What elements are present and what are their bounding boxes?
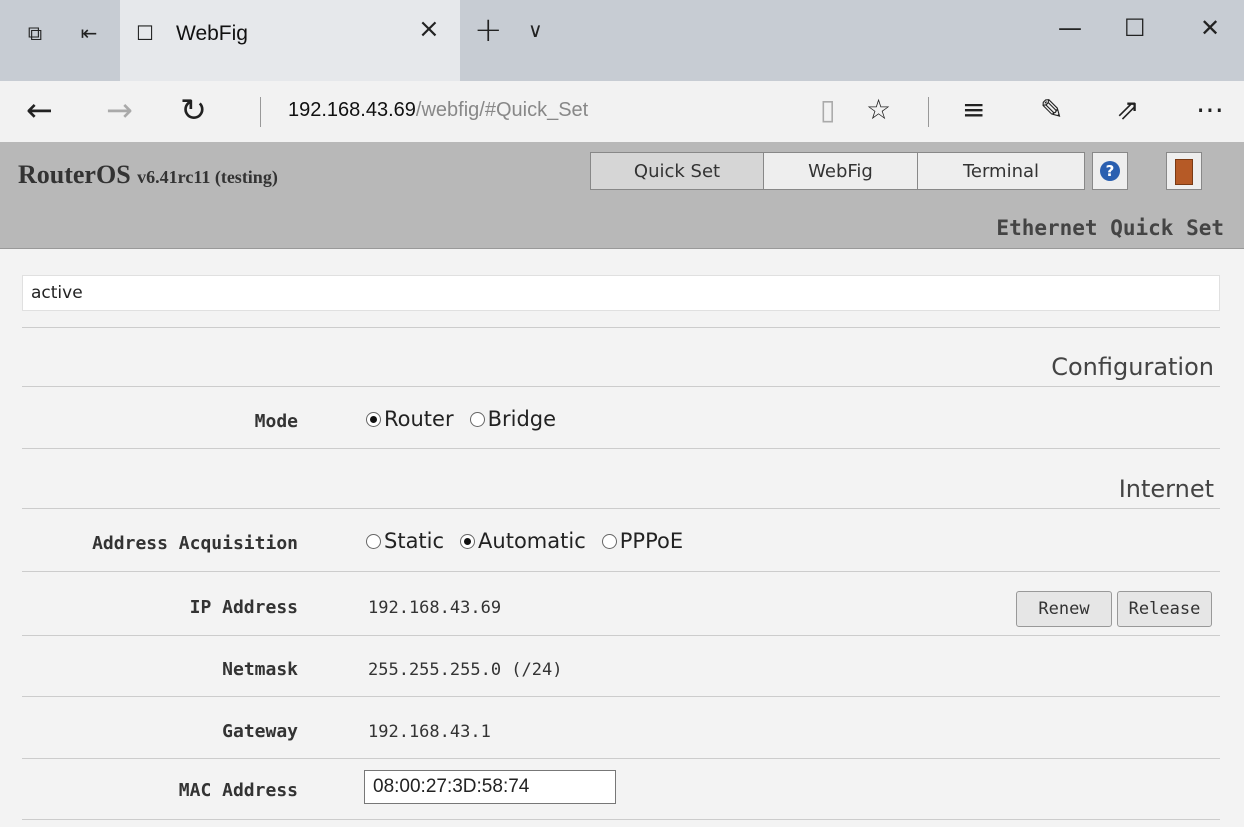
- help-button[interactable]: ?: [1092, 152, 1128, 190]
- separator: [260, 97, 261, 127]
- back-icon[interactable]: ←: [26, 91, 53, 129]
- routeros-version: v6.41rc11 (testing): [137, 167, 278, 187]
- acq-pppoe-radio[interactable]: PPPoE: [601, 529, 684, 553]
- address-acquisition-radio-group: Static Automatic PPPoE: [366, 529, 699, 553]
- acq-static-label: Static: [384, 529, 445, 553]
- gateway-label: Gateway: [222, 721, 298, 742]
- reading-view-icon[interactable]: ▯: [820, 93, 835, 126]
- browser-tab-webfig[interactable]: [120, 0, 460, 81]
- radio-circle: [366, 533, 381, 549]
- acq-automatic-radio[interactable]: Automatic: [460, 529, 586, 553]
- radio-circle: [469, 411, 485, 427]
- divider: [22, 635, 1220, 636]
- tabs-aside-icon[interactable]: ⇤: [76, 20, 102, 46]
- minimize-icon[interactable]: —: [1058, 14, 1082, 42]
- divider: [22, 571, 1220, 572]
- divider: [22, 819, 1220, 820]
- tab-groups-icon[interactable]: ⧉: [22, 20, 48, 46]
- acq-automatic-label: Automatic: [478, 529, 586, 553]
- divider: [22, 508, 1220, 509]
- maximize-icon[interactable]: ☐: [1124, 14, 1146, 42]
- mode-router-label: Router: [384, 407, 454, 431]
- logout-button[interactable]: [1166, 152, 1202, 190]
- routeros-title: RouterOS v6.41rc11 (testing): [18, 160, 278, 190]
- divider: [22, 758, 1220, 759]
- new-tab-icon[interactable]: +: [474, 10, 503, 50]
- section-internet: Internet: [1118, 475, 1214, 503]
- netmask-value: 255.255.255.0 (/24): [368, 660, 563, 680]
- mode-bridge-label: Bridge: [487, 407, 557, 431]
- radio-circle: [460, 533, 476, 549]
- url-field[interactable]: 192.168.43.69/webfig/#Quick_Set: [288, 99, 588, 122]
- netmask-label: Netmask: [222, 659, 298, 680]
- quickset-content: active Configuration Mode Router Bridge …: [0, 249, 1244, 827]
- tab-preview-chevron-icon[interactable]: ∨: [528, 18, 543, 42]
- refresh-icon[interactable]: ↻: [180, 91, 207, 129]
- share-icon[interactable]: ⇗: [1116, 93, 1139, 126]
- close-window-icon[interactable]: ✕: [1200, 14, 1220, 42]
- divider: [22, 386, 1220, 387]
- url-host: 192.168.43.69: [288, 99, 416, 121]
- address-bar: ← → ↻ 192.168.43.69/webfig/#Quick_Set ▯ …: [0, 81, 1244, 143]
- divider: [22, 696, 1220, 697]
- radio-circle: [601, 533, 617, 549]
- browser-tab-bar: ⧉ ⇤ ☐ WebFig × + ∨ — ☐ ✕: [0, 0, 1244, 81]
- mac-address-input[interactable]: 08:00:27:3D:58:74: [364, 770, 616, 804]
- divider: [22, 448, 1220, 449]
- radio-circle: [366, 411, 381, 427]
- ip-address-value: 192.168.43.69: [368, 598, 502, 618]
- page-icon: ☐: [136, 21, 154, 45]
- url-path: /webfig/#Quick_Set: [415, 99, 589, 121]
- ip-address-label: IP Address: [189, 597, 298, 618]
- mode-radio-group: Router Bridge: [366, 407, 572, 431]
- more-icon[interactable]: ⋯: [1196, 93, 1224, 126]
- tab-quick-set[interactable]: Quick Set: [590, 152, 764, 190]
- tab-terminal[interactable]: Terminal: [917, 152, 1085, 190]
- web-note-icon[interactable]: ✎: [1040, 93, 1063, 126]
- mode-bridge-radio[interactable]: Bridge: [469, 407, 557, 431]
- hub-icon[interactable]: ≡: [962, 93, 985, 126]
- gateway-value: 192.168.43.1: [368, 722, 491, 742]
- separator: [928, 97, 929, 127]
- help-icon: ?: [1100, 161, 1120, 181]
- renew-button[interactable]: Renew: [1016, 591, 1112, 627]
- section-configuration: Configuration: [1051, 353, 1214, 381]
- routeros-name: RouterOS: [18, 160, 131, 189]
- acq-pppoe-label: PPPoE: [619, 529, 684, 553]
- tab-title: WebFig: [176, 22, 248, 45]
- address-acquisition-label: Address Acquisition: [92, 533, 298, 554]
- routeros-header: RouterOS v6.41rc11 (testing) Quick Set W…: [0, 142, 1244, 249]
- tab-close-icon[interactable]: ×: [418, 14, 440, 44]
- logout-door-icon: [1175, 158, 1193, 185]
- favorite-star-icon[interactable]: ☆: [866, 93, 891, 126]
- mode-router-radio[interactable]: Router: [366, 407, 454, 431]
- mode-label: Mode: [254, 411, 298, 432]
- page-title: Ethernet Quick Set: [996, 216, 1224, 240]
- forward-icon[interactable]: →: [106, 91, 133, 129]
- acq-static-radio[interactable]: Static: [366, 529, 444, 553]
- release-button[interactable]: Release: [1117, 591, 1212, 627]
- mac-address-label: MAC Address: [178, 780, 298, 801]
- divider: [22, 327, 1220, 328]
- status-field: active: [22, 275, 1220, 311]
- tab-webfig[interactable]: WebFig: [763, 152, 918, 190]
